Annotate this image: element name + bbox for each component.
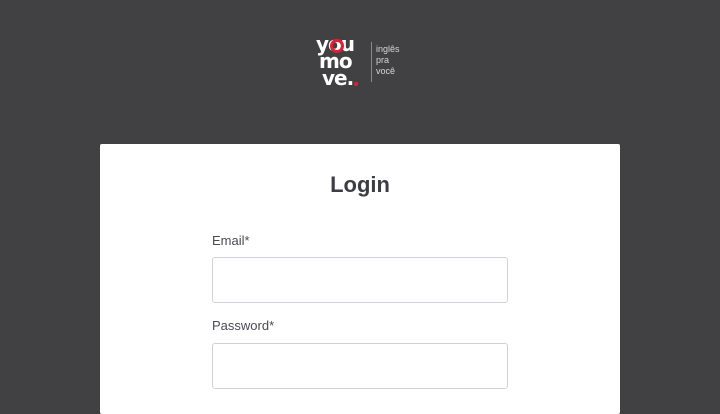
youmove-logo: you mo ve. inglês pra você <box>312 34 412 92</box>
logo-line-3: ve. <box>322 66 354 90</box>
logo-divider <box>371 42 372 82</box>
password-label: Password* <box>212 318 275 333</box>
logo-wordmark: you mo ve. <box>312 34 370 92</box>
password-field[interactable] <box>212 343 508 389</box>
email-label: Email* <box>212 233 250 248</box>
page-title: Login <box>330 172 390 197</box>
logo-tagline-line-1: inglês <box>376 44 400 54</box>
logo-accent-dot <box>354 82 358 86</box>
logo-tagline-line-3: você <box>376 66 396 76</box>
logo-tagline-line-2: pra <box>376 55 390 65</box>
email-field[interactable] <box>212 257 508 303</box>
logo-tagline: inglês pra você <box>376 44 400 77</box>
